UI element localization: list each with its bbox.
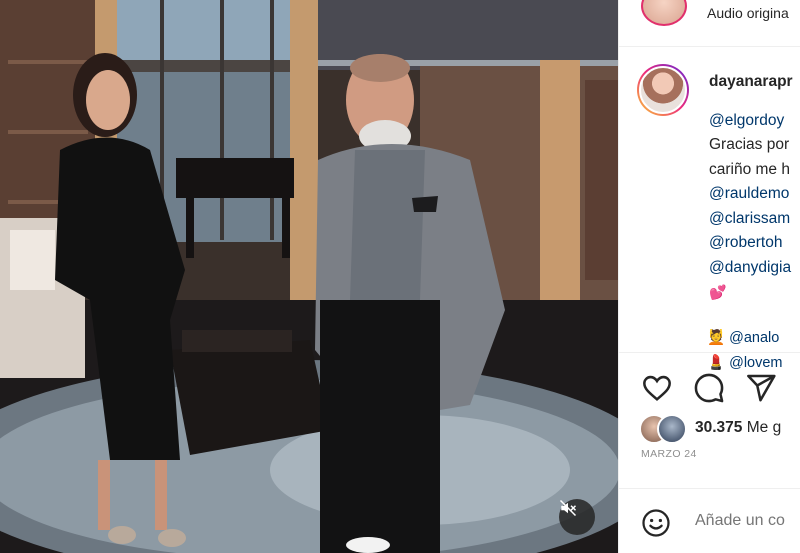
heart-icon[interactable] bbox=[641, 372, 673, 404]
divider bbox=[619, 352, 800, 353]
caption-mention[interactable]: @analo bbox=[729, 330, 779, 346]
speaker-muted-icon bbox=[559, 499, 577, 517]
caption-text: cariño me h bbox=[709, 160, 790, 178]
mute-button[interactable] bbox=[559, 499, 595, 535]
divider bbox=[619, 46, 800, 47]
comment-icon[interactable] bbox=[693, 372, 725, 404]
send-icon[interactable] bbox=[745, 372, 777, 404]
caption-mention[interactable]: @rauldemo bbox=[709, 182, 800, 207]
audio-avatar[interactable] bbox=[641, 0, 687, 26]
tagged-line: 💆 @analo bbox=[707, 326, 800, 351]
author-avatar[interactable] bbox=[637, 64, 689, 116]
divider bbox=[619, 488, 800, 489]
video-player[interactable] bbox=[0, 0, 618, 553]
post-date: MARZO 24 bbox=[641, 448, 697, 460]
audio-row[interactable]: Audio origina bbox=[619, 0, 800, 28]
caption-text: Gracias por bbox=[709, 136, 790, 153]
tagged-emoji: 💆 bbox=[707, 330, 726, 346]
caption-mention[interactable]: @elgordoy bbox=[709, 109, 800, 134]
post-side-panel: Audio origina dayanarapr @elgordoy Graci… bbox=[618, 0, 800, 553]
tagged-emoji: 💄 bbox=[707, 354, 726, 371]
caption-mention[interactable]: @lovem bbox=[729, 355, 782, 371]
comment-box bbox=[619, 500, 800, 553]
caption-mention[interactable]: @clarissam bbox=[709, 207, 800, 232]
comment-input[interactable] bbox=[695, 512, 800, 530]
likes-count[interactable]: 30.375 Me g bbox=[695, 419, 781, 437]
liker-avatar bbox=[657, 414, 687, 444]
heart-emoji: 💕 bbox=[709, 284, 727, 300]
emoji-icon[interactable] bbox=[641, 508, 671, 538]
caption-mention[interactable]: @danydigia bbox=[709, 256, 800, 281]
author-username[interactable]: dayanarapr bbox=[709, 70, 800, 95]
caption-mention[interactable]: @robertoh bbox=[709, 231, 800, 256]
video-frame bbox=[0, 0, 618, 553]
audio-label[interactable]: Audio origina bbox=[707, 5, 789, 21]
post-caption: dayanarapr @elgordoy Gracias por cariño … bbox=[707, 70, 800, 375]
